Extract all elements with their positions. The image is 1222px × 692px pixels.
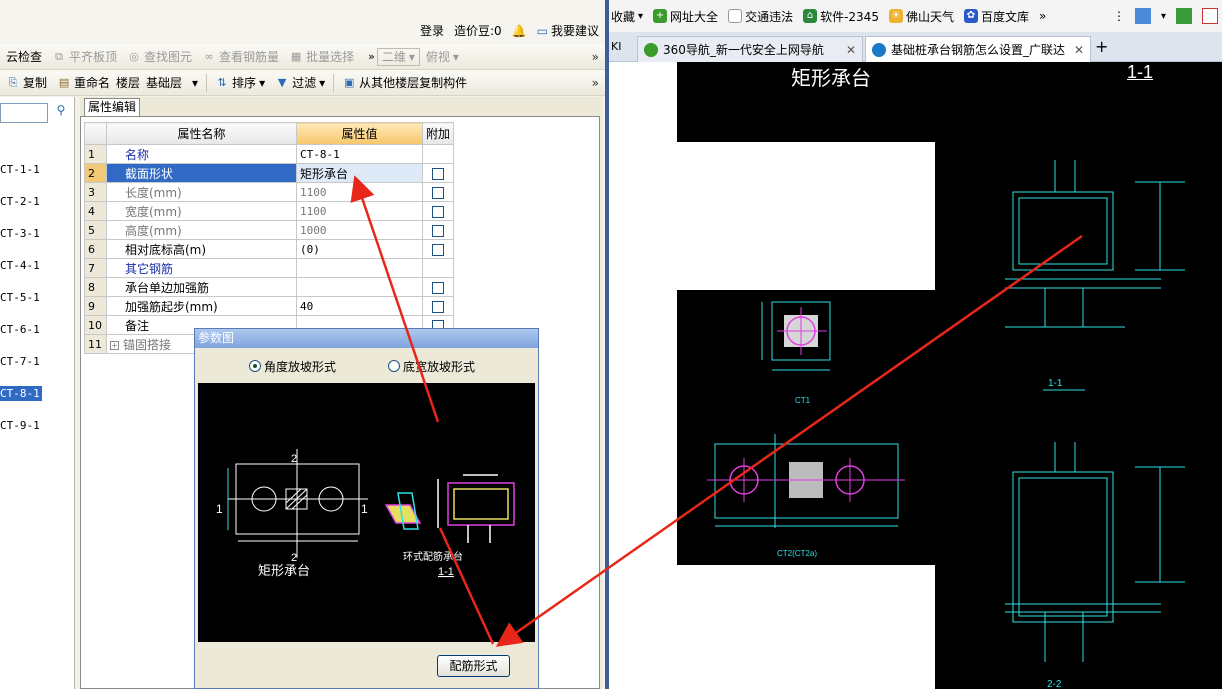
annotation-arrow-up (350, 175, 440, 423)
annotation-arrow-long (495, 234, 1083, 647)
annotation-overlay (350, 175, 1083, 647)
annotation-arrow-segment (438, 527, 495, 645)
